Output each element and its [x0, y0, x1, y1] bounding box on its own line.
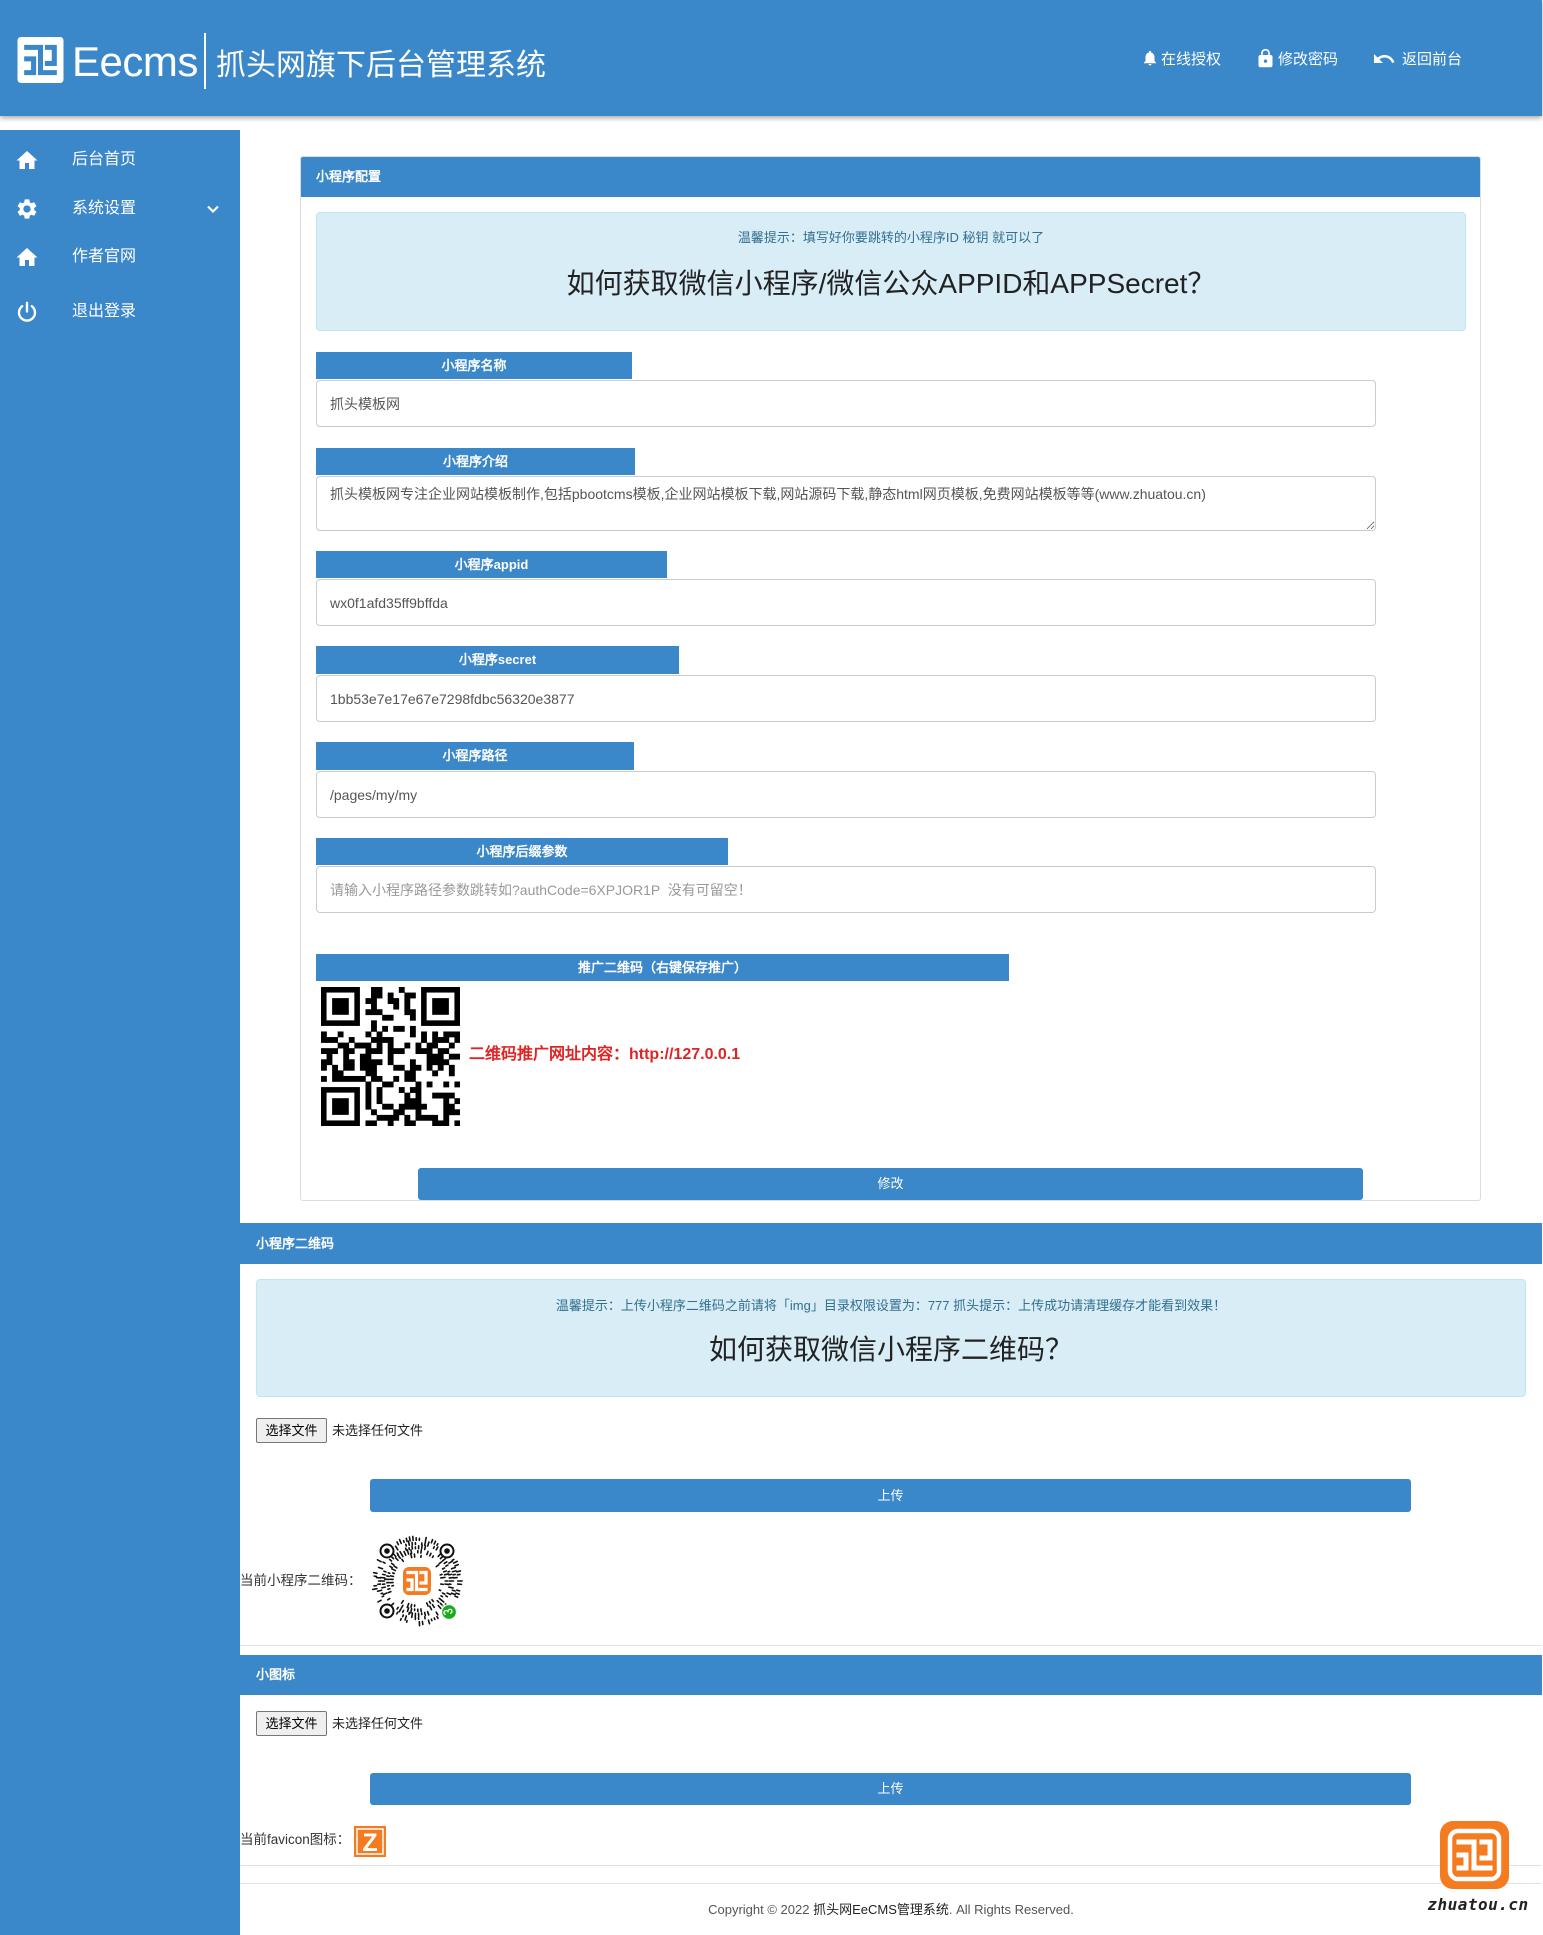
bell-icon — [1144, 50, 1156, 66]
sidebar-item-dashboard[interactable]: 后台首页 — [0, 142, 240, 178]
promo-url-text: 二维码推广网址内容：http://127.0.0.1 — [469, 1046, 741, 1063]
lock-icon — [1258, 48, 1273, 67]
brand-divider — [204, 33, 206, 89]
power-icon — [17, 301, 37, 322]
choose-file-button[interactable]: 选择文件 — [256, 1711, 327, 1736]
watermark-logo — [1440, 1821, 1509, 1889]
sidebar-item-label: 系统设置 — [72, 200, 137, 217]
copyright-prefix: Copyright © 2022 — [708, 1902, 814, 1917]
tip-alert: 温馨提示：上传小程序二维码之前请将「img」目录权限设置为：777 抓头提示：上… — [256, 1279, 1526, 1397]
field-label-secret: 小程序secret — [316, 646, 679, 674]
file-status: 未选择任何文件 — [332, 1423, 424, 1438]
field-label-name: 小程序名称 — [316, 352, 632, 379]
favicon-glyph: Z — [362, 1829, 377, 1857]
system-title: 抓头网旗下后台管理系统 — [216, 49, 546, 82]
path-input[interactable] — [316, 771, 1376, 818]
save-button[interactable]: 修改 — [418, 1168, 1363, 1200]
favicon-panel: 小图标 选择文件 未选择任何文件 上传 当前favicon图标： Z — [240, 1655, 1542, 1866]
sidebar: 后台首页 系统设置 作者官网 退出登录 — [0, 130, 240, 1935]
back-to-frontend-label: 返回前台 — [1402, 50, 1463, 68]
field-label-appid: 小程序appid — [316, 551, 667, 578]
field-label-path: 小程序路径 — [316, 742, 634, 770]
field-label-promo-qr: 推广二维码（右键保存推广） — [316, 954, 1009, 981]
change-password-link[interactable]: 修改密码 — [1255, 46, 1338, 70]
panel-title: 小程序配置 — [301, 157, 1480, 197]
copyright-suffix: . All Rights Reserved. — [948, 1902, 1074, 1917]
home-icon — [16, 151, 38, 169]
chevron-down-icon[interactable] — [203, 199, 223, 219]
change-password-label: 修改密码 — [1278, 50, 1339, 68]
suffix-input[interactable] — [316, 866, 1376, 913]
online-license-label: 在线授权 — [1161, 50, 1222, 68]
field-label-intro: 小程序介绍 — [316, 448, 635, 475]
intro-textarea[interactable]: 抓头模板网专注企业网站模板制作,包括pbootcms模板,企业网站模板下载,网站… — [316, 476, 1376, 531]
undo-icon — [1374, 54, 1395, 63]
name-input[interactable] — [316, 380, 1376, 427]
tip-text: 温馨提示：填写好你要跳转的小程序ID 秘钥 就可以了 — [737, 230, 1045, 245]
upload-button[interactable]: 上传 — [370, 1773, 1411, 1805]
mini-program-config-panel: 小程序配置 温馨提示：填写好你要跳转的小程序ID 秘钥 就可以了 如何获取微信小… — [300, 156, 1481, 1201]
promo-qr-code[interactable] — [321, 987, 460, 1126]
help-heading[interactable]: 如何获取微信小程序/微信公众APPID和APPSecret？ — [317, 266, 1465, 302]
file-status: 未选择任何文件 — [332, 1716, 424, 1731]
back-to-frontend-link[interactable]: 返回前台 — [1372, 46, 1462, 70]
online-license-link[interactable]: 在线授权 — [1141, 46, 1221, 70]
tip-text: 温馨提示：上传小程序二维码之前请将「img」目录权限设置为：777 抓头提示：上… — [555, 1298, 1227, 1313]
current-qrcode-label: 当前小程序二维码： — [240, 1573, 362, 1588]
panel-title: 小程序二维码 — [240, 1223, 1542, 1264]
gear-icon — [17, 199, 37, 219]
mini-program-qrcode-panel: 小程序二维码 温馨提示：上传小程序二维码之前请将「img」目录权限设置为：777… — [240, 1223, 1542, 1646]
tip-alert: 温馨提示：填写好你要跳转的小程序ID 秘钥 就可以了 如何获取微信小程序/微信公… — [316, 212, 1466, 331]
appid-input[interactable] — [316, 579, 1376, 626]
top-header: Eecms 抓头网旗下后台管理系统 在线授权 修改密码 返回前台 — [0, 0, 1542, 116]
mini-program-code-image — [371, 1535, 463, 1627]
favicon-image: Z — [354, 1826, 386, 1857]
choose-file-button[interactable]: 选择文件 — [256, 1418, 327, 1443]
secret-input[interactable] — [316, 675, 1376, 722]
sidebar-item-author-site[interactable]: 作者官网 — [0, 239, 240, 275]
footer: Copyright © 2022 抓头网EeCMS管理系统. All Right… — [240, 1901, 1542, 1919]
help-heading[interactable]: 如何获取微信小程序二维码？ — [257, 1332, 1525, 1368]
panel-title: 小图标 — [240, 1655, 1542, 1695]
current-favicon-label: 当前favicon图标： — [240, 1832, 351, 1847]
sidebar-item-label: 作者官网 — [72, 248, 137, 265]
field-label-suffix: 小程序后缀参数 — [316, 838, 728, 865]
sidebar-item-system-settings[interactable]: 系统设置 — [0, 191, 240, 227]
sidebar-item-label: 退出登录 — [72, 303, 137, 320]
footer-divider — [240, 1883, 1542, 1884]
sidebar-item-logout[interactable]: 退出登录 — [0, 294, 240, 330]
sidebar-item-label: 后台首页 — [72, 151, 137, 168]
home-icon — [16, 248, 38, 266]
watermark-text: zhuatou.cn — [1427, 1895, 1529, 1914]
upload-button[interactable]: 上传 — [370, 1479, 1411, 1512]
brand-name: Eecms — [72, 38, 198, 85]
eecms-logo-icon — [17, 37, 64, 83]
footer-link[interactable]: 抓头网EeCMS管理系统 — [813, 1902, 949, 1917]
